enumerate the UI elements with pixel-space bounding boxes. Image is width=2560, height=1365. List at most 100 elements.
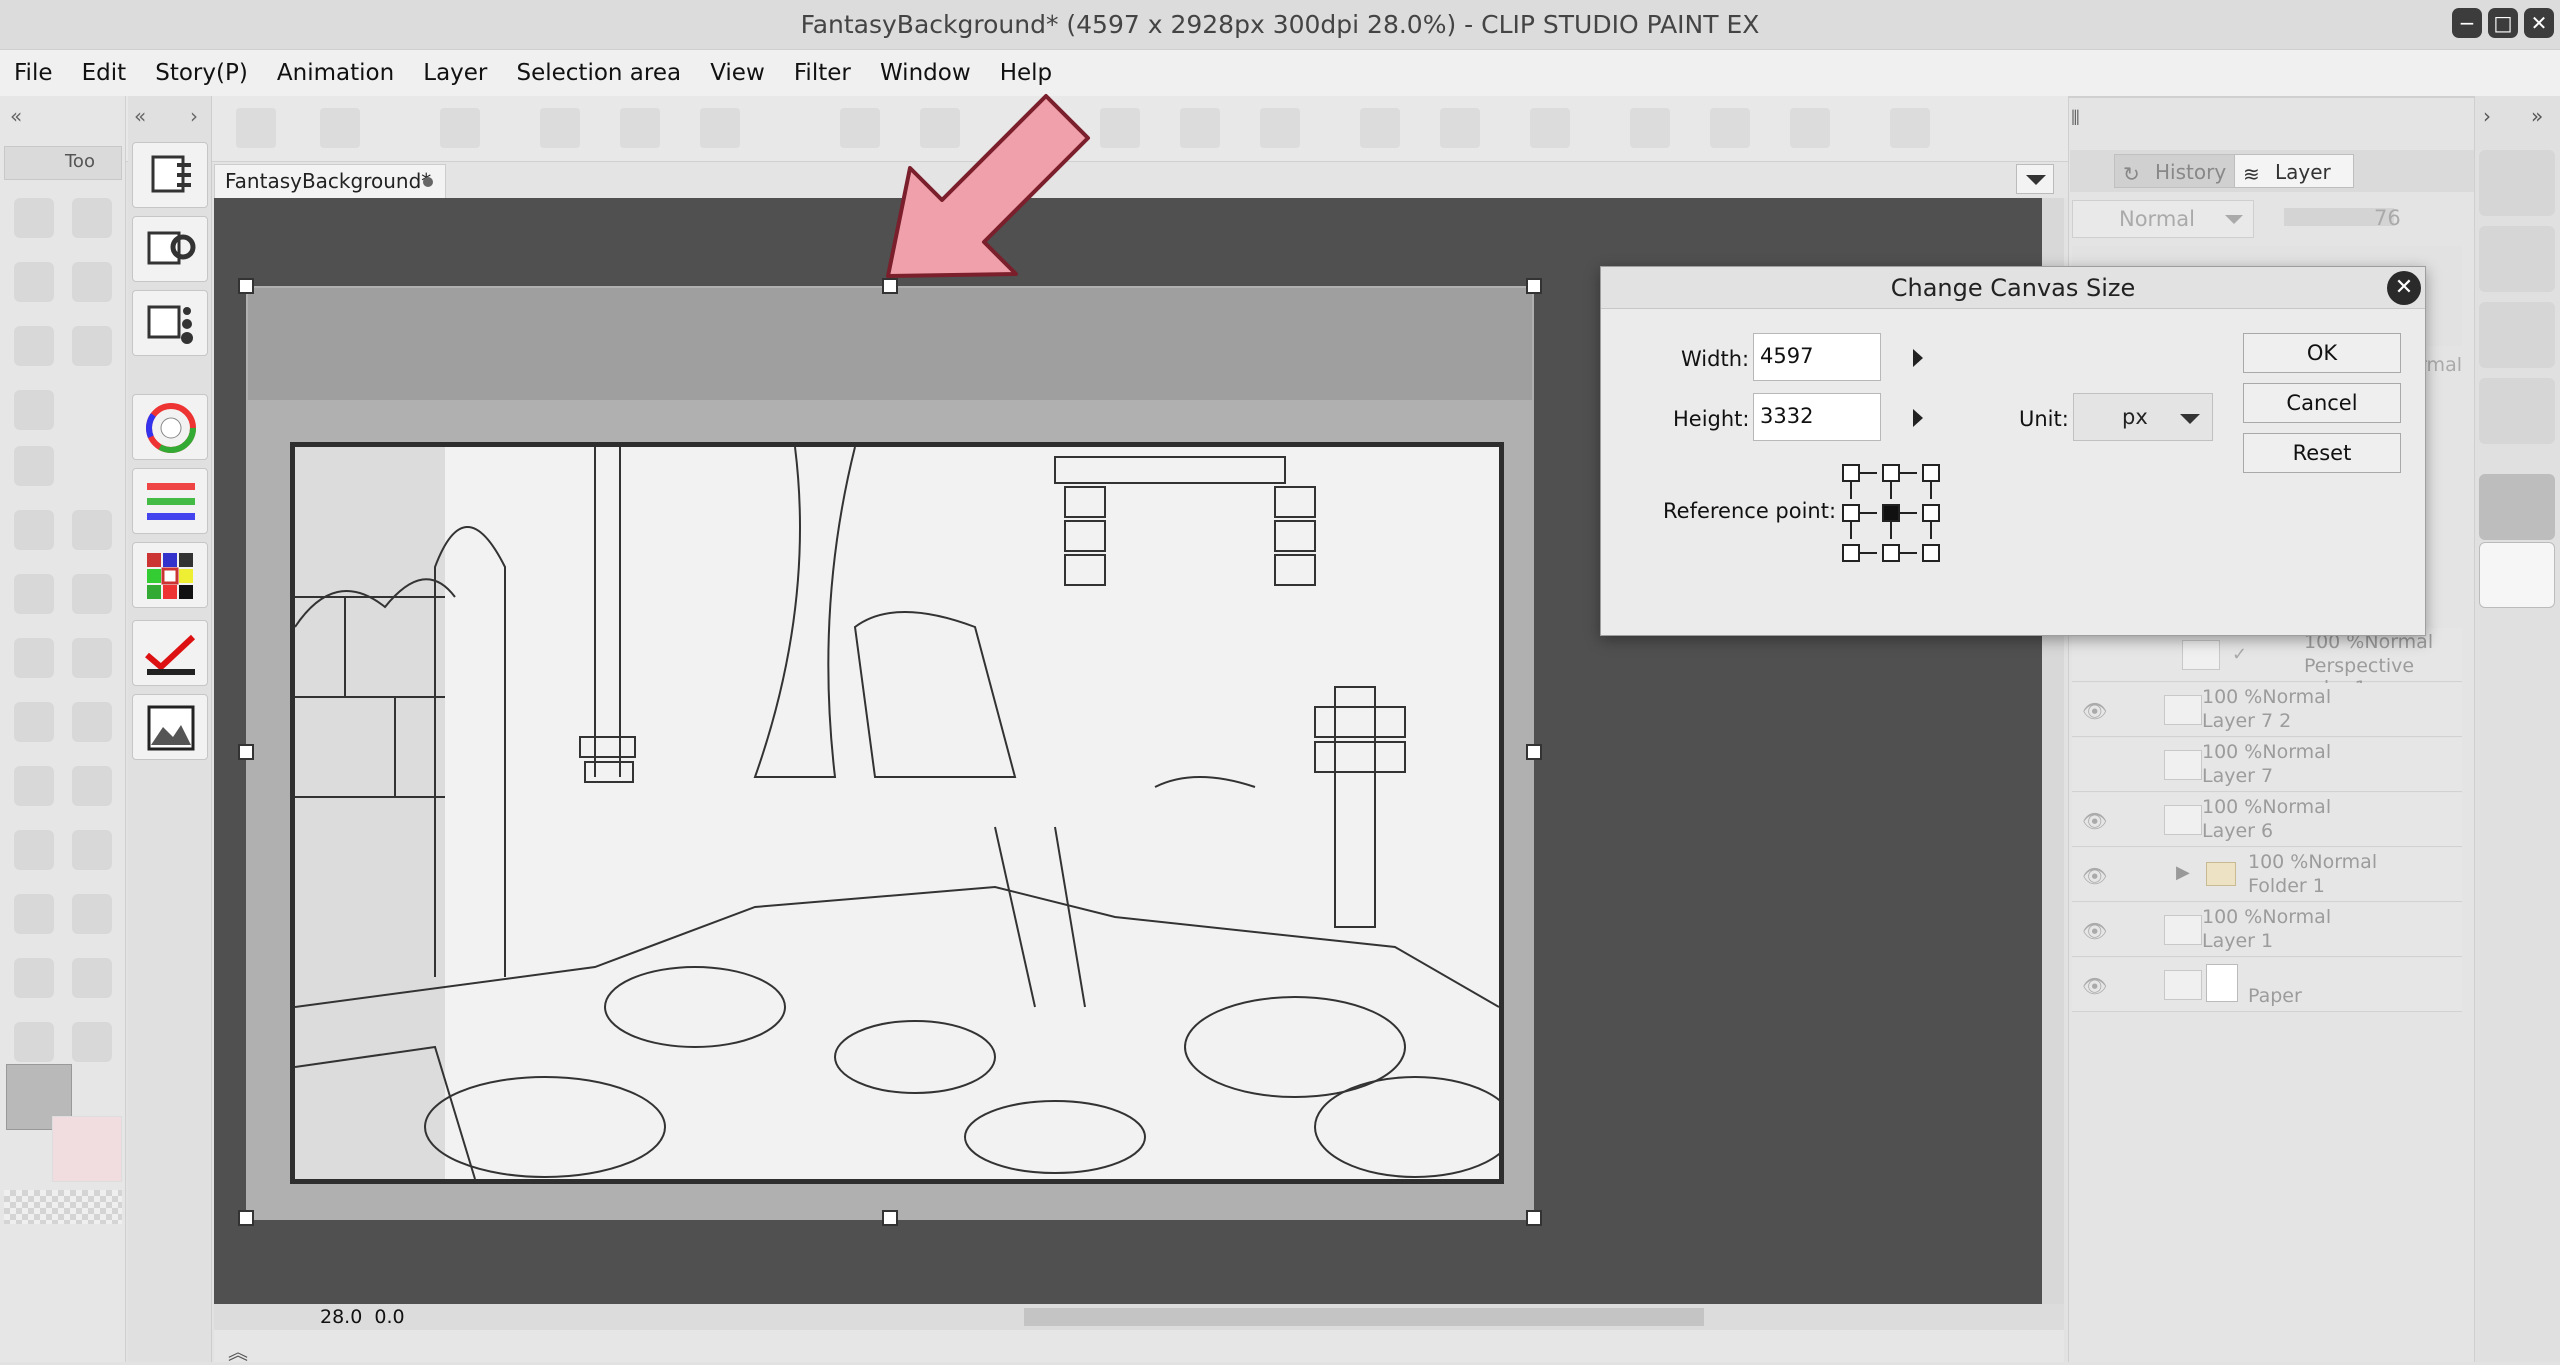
magic-wand-icon[interactable]	[14, 326, 54, 366]
hand-tool-icon[interactable]	[14, 262, 54, 302]
resize-handle-bottom-left[interactable]	[238, 1210, 254, 1226]
sub-color-swatch[interactable]	[52, 1116, 122, 1182]
navigator-icon[interactable]	[132, 694, 208, 760]
move-tool-icon[interactable]	[72, 198, 112, 238]
layer-row[interactable]: 👁 100 %Normal Layer 7 2	[2072, 683, 2462, 737]
chevron-right-icon[interactable]: ▶	[2176, 862, 2190, 883]
resize-handle-middle-right[interactable]	[1526, 744, 1542, 760]
menu-story[interactable]: Story(P)	[145, 50, 258, 96]
maximize-button[interactable]: □	[2488, 8, 2518, 38]
layer-row[interactable]: 👁 100 %Normal Layer 1	[2072, 903, 2462, 957]
transform-icon[interactable]	[1180, 108, 1220, 148]
page-icon[interactable]	[540, 108, 580, 148]
fill-icon[interactable]	[1440, 108, 1480, 148]
tone-tool-icon[interactable]	[72, 894, 112, 934]
gradient-tool-icon[interactable]	[72, 702, 112, 742]
ruler-icon[interactable]	[1630, 108, 1670, 148]
open-icon[interactable]	[620, 108, 660, 148]
history-dock-icon[interactable]	[2479, 474, 2555, 540]
link-tool-icon[interactable]	[72, 1022, 112, 1062]
horizontal-scrollbar[interactable]	[214, 1304, 2064, 1330]
brush-size-icon[interactable]	[132, 290, 208, 356]
correct-line-tool-icon[interactable]	[14, 958, 54, 998]
airbrush-tool-icon[interactable]	[72, 574, 112, 614]
menu-layer[interactable]: Layer	[413, 50, 497, 96]
eye-icon[interactable]: 👁	[2082, 809, 2107, 833]
ruler-tool-icon[interactable]	[72, 766, 112, 806]
collapse-right-icon[interactable]: ⦀	[2071, 106, 2080, 130]
new-icon[interactable]	[320, 108, 360, 148]
transparent-color-swatch[interactable]	[4, 1190, 122, 1224]
tool-property-icon[interactable]	[132, 142, 208, 208]
reference-point-bottom-center[interactable]	[1882, 544, 1900, 562]
eye-icon[interactable]: 👁	[2082, 864, 2107, 888]
help-icon[interactable]	[1890, 108, 1930, 148]
resize-handle-top-left[interactable]	[238, 278, 254, 294]
reference-point-top-center[interactable]	[1882, 464, 1900, 482]
approximate-color-icon[interactable]	[132, 620, 208, 686]
snap-icon[interactable]	[1710, 108, 1750, 148]
width-arrow-icon[interactable]	[1913, 349, 1923, 367]
resize-handle-bottom-center[interactable]	[882, 1210, 898, 1226]
lasso-icon[interactable]	[440, 108, 480, 148]
layer-row[interactable]: 100 %Normal Layer 7	[2072, 738, 2462, 792]
selection-tool-icon[interactable]	[72, 326, 112, 366]
minimize-button[interactable]: −	[2452, 8, 2482, 38]
layer-row-folder[interactable]: 👁 ▶ 100 %Normal Folder 1	[2072, 848, 2462, 902]
tool-tab[interactable]: Too	[4, 146, 122, 180]
object-tool-icon[interactable]	[72, 262, 112, 302]
undo-icon[interactable]	[840, 108, 880, 148]
zoom-tool-icon[interactable]	[14, 198, 54, 238]
tab-list-button[interactable]	[2016, 164, 2054, 194]
menu-view[interactable]: View	[700, 50, 775, 96]
canvas-artwork[interactable]	[290, 442, 1504, 1184]
layer-dock-icon[interactable]	[2479, 542, 2555, 608]
brush-tool-icon[interactable]	[14, 574, 54, 614]
reference-point-middle-left[interactable]	[1842, 504, 1860, 522]
ok-button[interactable]: OK	[2243, 333, 2401, 373]
layer-row[interactable]: ✓ 100 %Normal Perspective ruler 1	[2072, 628, 2462, 699]
material-icon[interactable]	[2479, 150, 2555, 216]
vector-tool-icon[interactable]	[72, 958, 112, 998]
3d-tool-icon[interactable]	[14, 1022, 54, 1062]
unit-select[interactable]: px	[2073, 393, 2213, 441]
expand-right-icon[interactable]: ›	[2483, 104, 2491, 128]
pencil-tool-icon[interactable]	[14, 510, 54, 550]
layout-icon[interactable]	[236, 108, 276, 148]
color-wheel-icon[interactable]	[132, 394, 208, 460]
resize-handle-bottom-right[interactable]	[1526, 1210, 1542, 1226]
width-input[interactable]: 4597	[1753, 333, 1881, 381]
resize-handle-middle-left[interactable]	[238, 744, 254, 760]
pen-tool-icon[interactable]	[14, 446, 54, 486]
tab-layer[interactable]: ≋ Layer	[2234, 154, 2354, 188]
dialog-close-button[interactable]: ✕	[2387, 271, 2421, 305]
collapse-far-right-icon[interactable]: »	[2531, 104, 2543, 128]
expand-sub-icon[interactable]: ›	[190, 104, 198, 128]
expand-up-icon[interactable]: ︽	[228, 1336, 248, 1365]
height-arrow-icon[interactable]	[1913, 409, 1923, 427]
collapse-sub-icon[interactable]: «	[134, 104, 146, 128]
tool-settings-icon[interactable]	[132, 216, 208, 282]
eye-icon[interactable]: 👁	[2082, 699, 2107, 723]
document-tab[interactable]: FantasyBackground*	[214, 164, 446, 198]
resize-handle-top-right[interactable]	[1526, 278, 1542, 294]
figure-tool-icon[interactable]	[14, 766, 54, 806]
menu-file[interactable]: File	[4, 50, 63, 96]
layer-row[interactable]: 👁 100 %Normal Layer 6	[2072, 793, 2462, 847]
reset-button[interactable]: Reset	[2243, 433, 2401, 473]
menu-filter[interactable]: Filter	[784, 50, 861, 96]
height-input[interactable]: 3332	[1753, 393, 1881, 441]
cancel-button[interactable]: Cancel	[2243, 383, 2401, 423]
menu-selection-area[interactable]: Selection area	[507, 50, 692, 96]
color-slider-icon[interactable]	[132, 468, 208, 534]
fill-tool-icon[interactable]	[14, 702, 54, 742]
eye-icon[interactable]: 👁	[2082, 974, 2107, 998]
eraser-tool-icon[interactable]	[72, 510, 112, 550]
blend-mode-select[interactable]: Normal	[2072, 200, 2254, 238]
selection-icon[interactable]	[1530, 108, 1570, 148]
scroll-thumb[interactable]	[1024, 1308, 1704, 1326]
eye-icon[interactable]: 👁	[2082, 919, 2107, 943]
eyedropper-icon[interactable]	[14, 390, 54, 430]
menu-edit[interactable]: Edit	[72, 50, 137, 96]
close-button[interactable]: ✕	[2524, 8, 2554, 38]
